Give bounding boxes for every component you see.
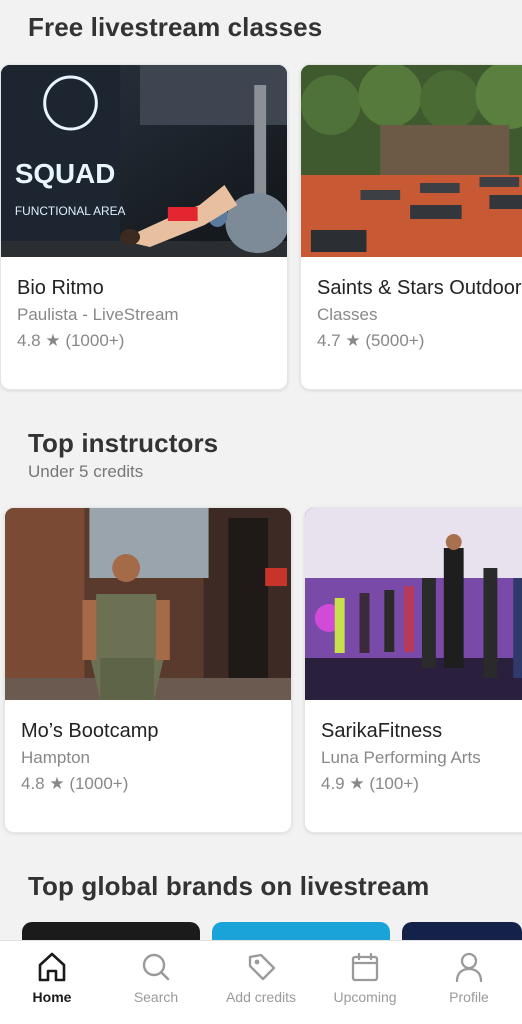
card-name: Saints & Stars Outdoor [317, 277, 522, 299]
card-name: Bio Ritmo [17, 277, 104, 299]
card-rating: 4.8 ★ (1000+) [17, 331, 125, 350]
tab-label-search: Search [133, 989, 179, 1005]
tab-upcoming[interactable]: Upcoming [313, 941, 417, 1024]
section-title-brands: Top global brands on livestream [28, 871, 430, 901]
tab-profile[interactable]: Profile [417, 941, 521, 1024]
card-name: SarikaFitness [321, 720, 443, 742]
card-subtitle: Paulista - LiveStream [17, 305, 179, 324]
gym-sign-squad: SQUAD [15, 158, 115, 189]
tab-label-profile: Profile [449, 989, 489, 1005]
tab-label-upcoming: Upcoming [333, 989, 397, 1005]
card-name: Mo’s Bootcamp [21, 720, 159, 742]
tab-label-add-credits: Add credits [225, 989, 297, 1005]
calendar-icon [351, 952, 379, 982]
tag-icon [248, 953, 276, 981]
card-subtitle: Luna Performing Arts [321, 748, 481, 767]
tab-search[interactable]: Search [104, 941, 208, 1024]
home-screen: Free livestream classes SQUAD FUNCTIONAL… [0, 0, 522, 1024]
class-card-saints-stars[interactable]: Saints & Stars Outdoor Classes 4.7 ★ (50… [300, 64, 522, 390]
card-subtitle: Hampton [21, 748, 90, 767]
person-icon [455, 952, 483, 983]
tab-home[interactable]: Home [0, 941, 104, 1024]
home-icon [38, 952, 66, 982]
instructor-image-sarika-fitness [305, 508, 522, 700]
instructor-card-mos-bootcamp[interactable]: Mo’s Bootcamp Hampton 4.8 ★ (1000+) [4, 507, 292, 833]
gym-sign-area: FUNCTIONAL AREA [15, 204, 126, 218]
section-subtitle-instructors: Under 5 credits [28, 462, 144, 481]
card-rating: 4.7 ★ (5000+) [317, 331, 425, 350]
class-image-saints-stars [301, 65, 522, 257]
card-rating: 4.9 ★ (100+) [321, 774, 419, 793]
instructor-card-sarika-fitness[interactable]: SarikaFitness Luna Performing Arts 4.9 ★… [304, 507, 522, 833]
section-title-livestream: Free livestream classes [28, 12, 323, 42]
card-subtitle: Classes [317, 305, 378, 324]
class-image-bio-ritmo: SQUAD FUNCTIONAL AREA [1, 65, 287, 257]
class-card-bio-ritmo[interactable]: SQUAD FUNCTIONAL AREA Bio Ritmo Paulista… [0, 64, 288, 390]
card-rating: 4.8 ★ (1000+) [21, 774, 129, 793]
instructor-image-mos-bootcamp [5, 508, 291, 700]
tab-add-credits[interactable]: Add credits [209, 941, 313, 1024]
bottom-tab-bar: Home Search Add credits Upcoming Profile [0, 940, 522, 1024]
search-icon [142, 953, 170, 981]
section-title-instructors: Top instructors [28, 428, 219, 458]
tab-label-home: Home [32, 989, 72, 1005]
